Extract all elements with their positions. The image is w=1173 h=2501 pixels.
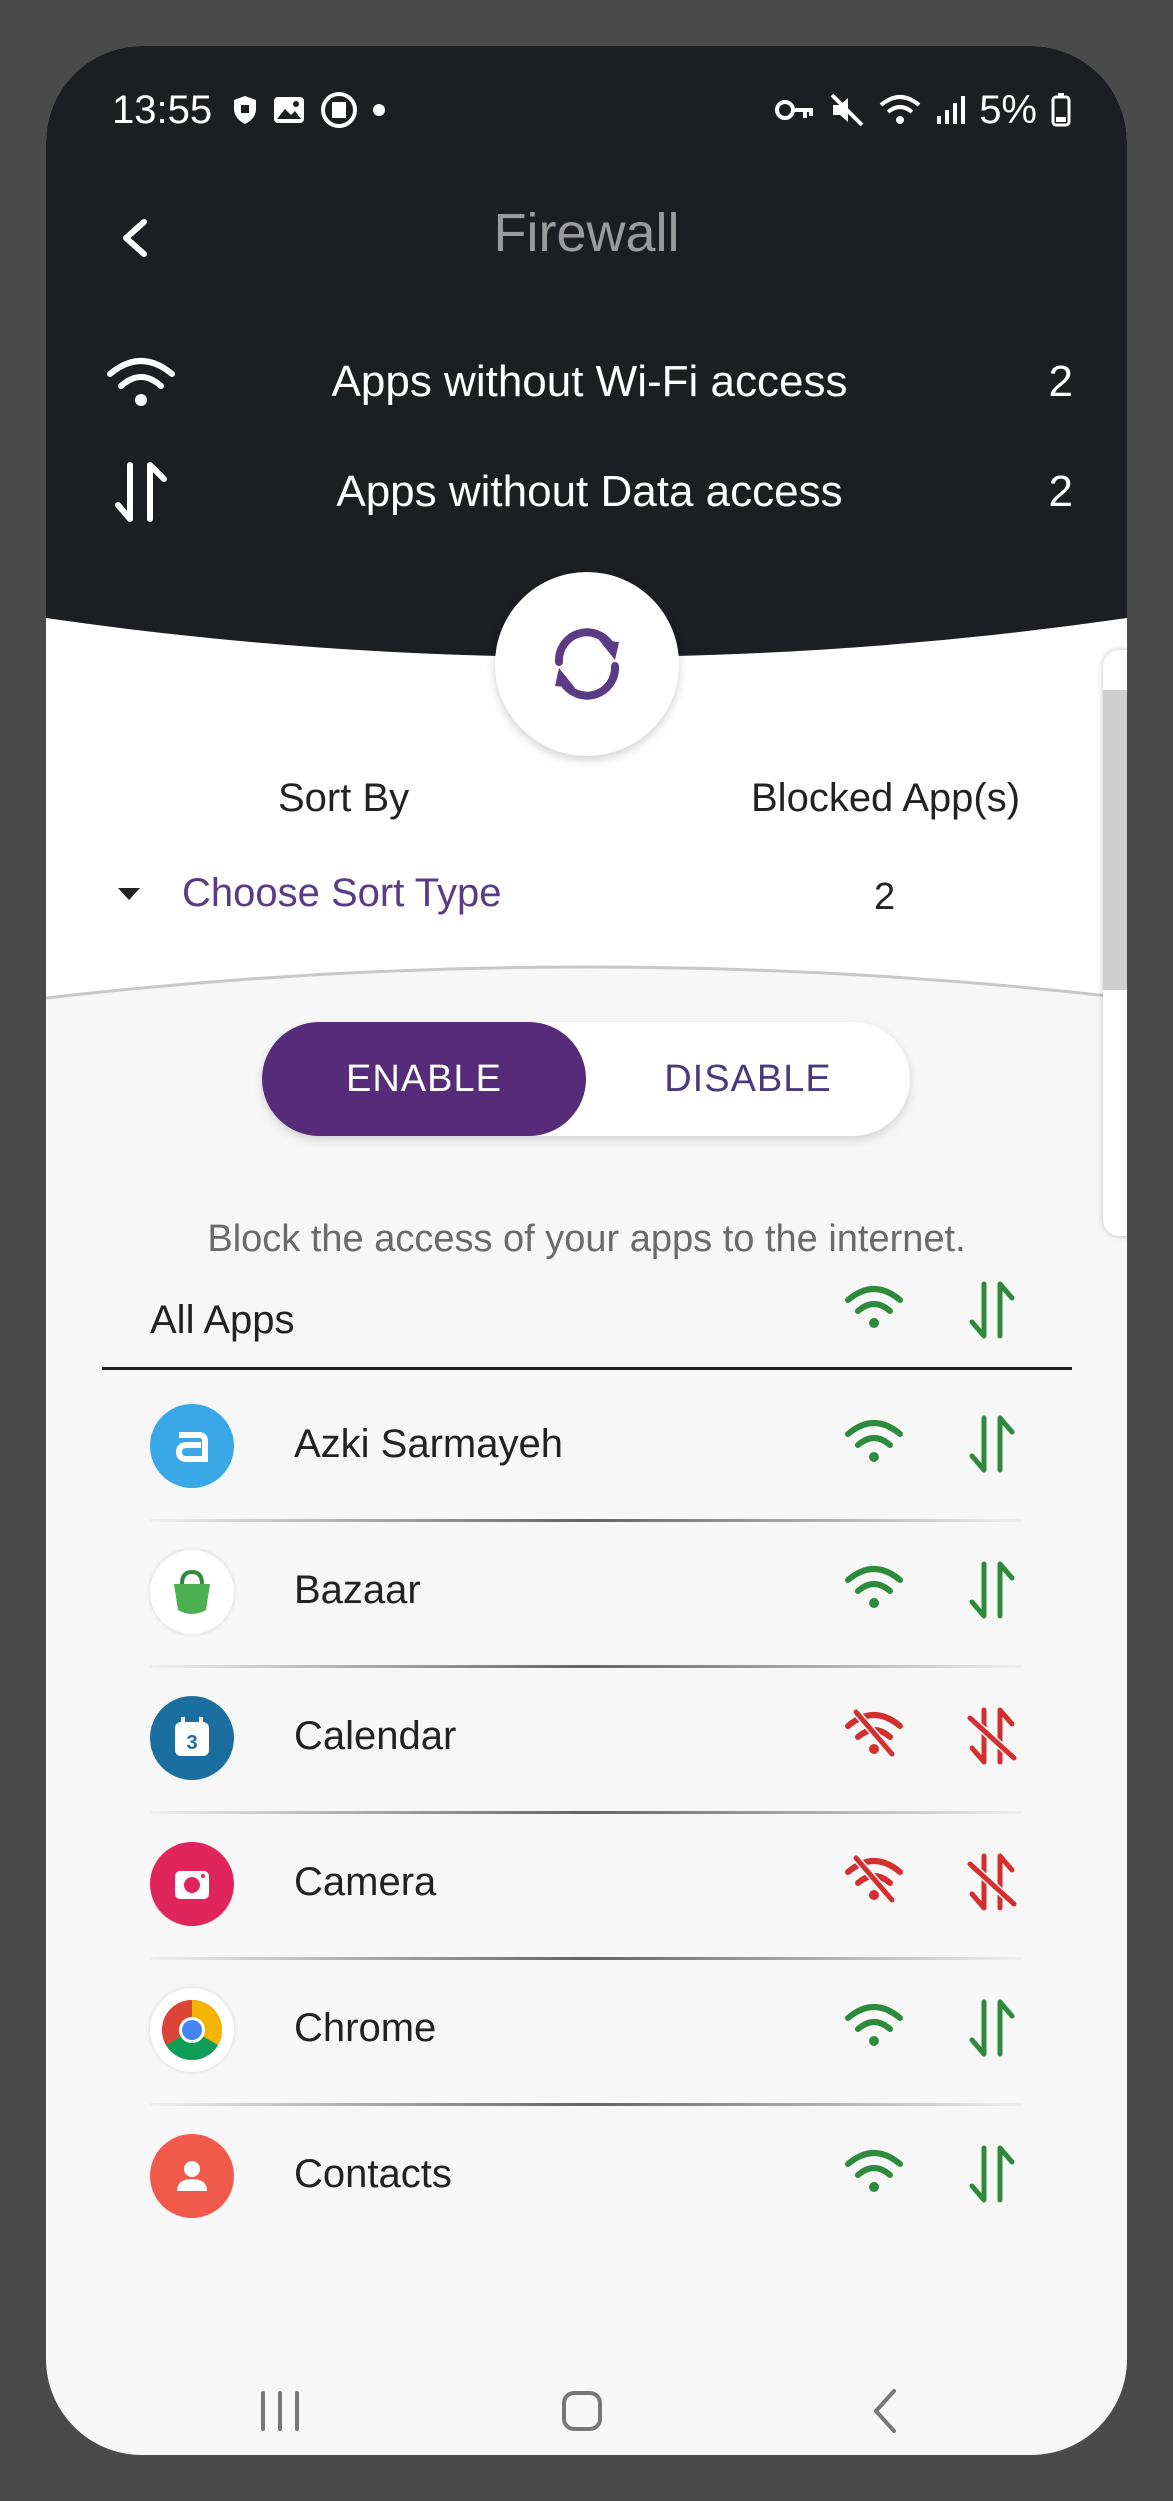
data-allowed-icon[interactable]	[964, 1558, 1020, 1622]
svg-text:3: 3	[186, 1732, 197, 1754]
signal-icon	[937, 96, 966, 124]
app-name: Chrome	[294, 2006, 437, 2050]
stat-label: Apps without Data access	[336, 467, 843, 516]
bazaar-icon	[150, 1550, 234, 1634]
home-icon	[562, 2391, 602, 2431]
stat-row-wifi: Apps without Wi-Fi access 2	[106, 342, 1073, 422]
data-allowed-icon[interactable]	[964, 1412, 1020, 1476]
data-allowed-icon[interactable]	[964, 1996, 1020, 2060]
app-row[interactable]: Contacts	[150, 2106, 1022, 2252]
refresh-button[interactable]	[495, 572, 679, 756]
recents-button[interactable]	[230, 2366, 330, 2455]
hint-text: Block the access of your apps to the int…	[207, 1218, 966, 1260]
wifi-status-icon	[879, 95, 921, 124]
data-allowed-icon[interactable]	[964, 2142, 1020, 2206]
stat-row-data: Apps without Data access 2	[106, 452, 1073, 532]
blocked-count: 2	[874, 876, 896, 918]
stat-label: Apps without Wi-Fi access	[331, 357, 848, 406]
azki-icon	[150, 1404, 234, 1488]
app-row[interactable]: Bazaar	[150, 1522, 1022, 1668]
camera-icon	[150, 1842, 234, 1926]
data-blocked-icon[interactable]	[964, 1704, 1020, 1768]
home-button[interactable]	[532, 2366, 632, 2455]
battery-icon	[1051, 93, 1071, 127]
mute-icon	[830, 93, 864, 127]
app-row[interactable]: Chrome	[150, 1960, 1022, 2106]
disable-button[interactable]: DISABLE	[586, 1022, 910, 1136]
wifi-allowed-icon[interactable]	[844, 2146, 904, 2196]
calendar-icon: 3	[150, 1696, 234, 1780]
tasks-icon	[321, 92, 358, 128]
enable-disable-toggle[interactable]: ENABLE DISABLE	[262, 1022, 910, 1136]
wifi-blocked-icon[interactable]	[844, 1708, 904, 1758]
gallery-icon	[274, 97, 305, 123]
page-title: Firewall	[493, 203, 680, 263]
app-row[interactable]: Azki Sarmayeh	[150, 1376, 1022, 1522]
system-nav-bar	[46, 2366, 1127, 2455]
app-name: Calendar	[294, 1714, 457, 1758]
shield-icon	[234, 96, 257, 124]
system-back-button[interactable]	[836, 2366, 936, 2455]
app-name: Contacts	[294, 2152, 452, 2196]
app-name: Azki Sarmayeh	[294, 1422, 563, 1466]
caret-down-icon	[118, 887, 140, 900]
all-apps-data-toggle-icon[interactable]	[964, 1278, 1020, 1342]
wifi-allowed-icon[interactable]	[844, 1562, 904, 1612]
vpn-key-icon	[775, 100, 814, 120]
app-row[interactable]: Camera	[150, 1814, 1022, 1960]
data-arrows-icon	[115, 462, 167, 522]
divider	[102, 1367, 1072, 1370]
enable-button[interactable]: ENABLE	[262, 1022, 586, 1136]
battery-percent: 5%	[979, 87, 1037, 132]
blocked-apps-label: Blocked App(s)	[751, 776, 1021, 820]
all-apps-label: All Apps	[150, 1298, 295, 1342]
status-bar: 13:55 5%	[112, 80, 1071, 140]
refresh-icon	[554, 628, 620, 700]
status-time: 13:55	[112, 87, 213, 132]
all-apps-wifi-toggle-icon[interactable]	[844, 1282, 904, 1332]
app-name: Bazaar	[294, 1568, 421, 1612]
sort-by-label: Sort By	[278, 776, 410, 820]
wifi-blocked-icon[interactable]	[844, 1854, 904, 1904]
wifi-allowed-icon[interactable]	[844, 1416, 904, 1466]
sort-type-placeholder: Choose Sort Type	[182, 871, 502, 915]
sort-type-dropdown[interactable]: Choose Sort Type	[116, 871, 501, 916]
app-row[interactable]: 3 Calendar	[150, 1668, 1022, 1814]
recents-icon	[261, 2391, 299, 2431]
app-name: Camera	[294, 1860, 437, 1904]
wifi-allowed-icon[interactable]	[844, 2000, 904, 2050]
scroll-thumb[interactable]	[1103, 690, 1127, 990]
chrome-icon	[150, 1988, 234, 2072]
scroll-handle[interactable]	[1103, 650, 1127, 1236]
wifi-icon	[107, 358, 175, 406]
data-blocked-icon[interactable]	[964, 1850, 1020, 1914]
stat-count: 2	[1048, 357, 1073, 406]
phone-screen: 13:55 5% Firewall Apps without Wi-Fi acc…	[46, 46, 1127, 2455]
dot-icon	[373, 104, 386, 116]
stat-count: 2	[1048, 467, 1073, 516]
back-chevron-icon	[874, 2389, 896, 2433]
contacts-icon	[150, 2134, 234, 2218]
